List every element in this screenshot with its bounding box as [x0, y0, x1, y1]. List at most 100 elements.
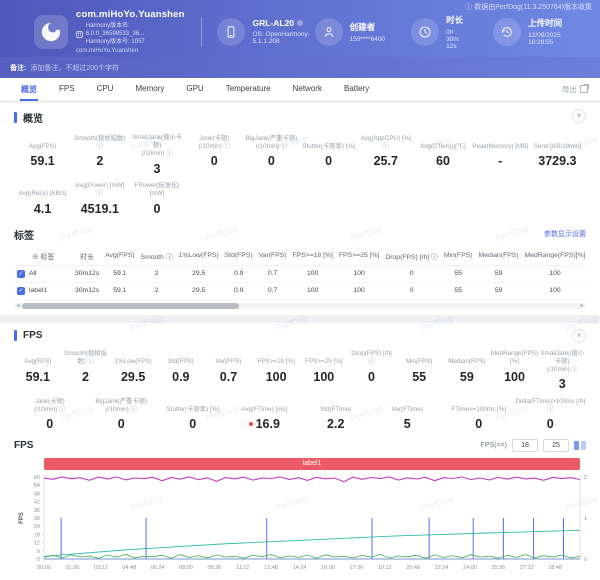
app-package: com.miHoYo.Yuanshen	[76, 48, 185, 54]
table-cell: 0.9	[222, 265, 256, 282]
app-version-line2: Harmony版本号: 1057	[86, 38, 185, 46]
tab-temperature[interactable]: Temperature	[215, 78, 282, 101]
table-column-header[interactable]: Median(FPS)	[476, 247, 522, 266]
metric-label: Var(FPS)	[205, 350, 253, 367]
note-input-bar[interactable]: 备注: 添加备注，不超过200个字符	[0, 57, 600, 78]
tab-network[interactable]: Network	[282, 78, 333, 101]
metric-value: 59	[443, 370, 491, 384]
metric-value: 0	[515, 417, 587, 431]
metric: Drop(FPS) [/h] ⓘ0	[348, 350, 396, 392]
metric: Stutter(卡顿率) [%]0	[300, 134, 357, 176]
fps-threshold1-input[interactable]	[512, 439, 538, 452]
metric: Smooth(稳帧指数) ⓘ2	[62, 350, 110, 392]
device-name: GRL-AL20	[252, 18, 294, 28]
fps-threshold2-input[interactable]	[543, 439, 569, 452]
metric-value: 5	[372, 417, 444, 431]
labels-table-hscrollbar[interactable]: ◂ ▸	[14, 303, 586, 309]
table-column-header[interactable]: 时长	[72, 247, 102, 266]
metric-value: 59.1	[14, 370, 62, 384]
creator-value: 159****6400	[350, 36, 385, 43]
metric-value: 0	[348, 370, 396, 384]
tab-fps[interactable]: FPS	[48, 78, 86, 101]
parameter-display-settings-link[interactable]: 参数显示设置	[544, 229, 586, 239]
tab-cpu[interactable]: CPU	[86, 78, 125, 101]
svg-text:12: 12	[34, 541, 40, 547]
table-column-header[interactable]: Var(FPS)	[256, 247, 290, 266]
overview-collapse-button[interactable]: ∨	[572, 109, 586, 123]
table-column-header[interactable]: ⊕标签	[14, 247, 72, 266]
metric-label: Std(FPS)	[157, 350, 205, 367]
overview-metrics-row1: Avg(FPS)59.1Smooth(稳帧指数) ⓘ2SmallJank(微小卡…	[14, 134, 586, 176]
row-checkbox[interactable]: ✓	[17, 270, 25, 278]
history-clock-icon	[500, 25, 514, 39]
row-checkbox[interactable]: ✓	[17, 287, 25, 295]
tab-概览[interactable]: 概览	[10, 78, 48, 101]
metric-label: Avg(Recv) [KB/s]	[14, 182, 71, 199]
export-button[interactable]: 导出	[562, 84, 596, 95]
table-column-header[interactable]: Avg(FPS)	[102, 247, 137, 266]
metric-value: 0	[443, 417, 515, 431]
metric-value: 0.9	[157, 370, 205, 384]
table-column-header[interactable]: Drop(FPS) [/h] ⓘ	[382, 247, 441, 266]
metric-value: 0	[14, 417, 86, 431]
table-column-header[interactable]: 1%Low(FPS)	[176, 247, 222, 266]
table-column-header[interactable]: MedRange(FPS)[%]	[522, 247, 586, 266]
report-tabbar: 概览FPSCPUMemoryGPUTemperatureNetworkBatte…	[0, 78, 600, 101]
overview-card: 概览 ∨ Avg(FPS)59.1Smooth(稳帧指数) ⓘ2SmallJan…	[0, 103, 600, 315]
metric-label: BigJank(严重卡顿) (/10min) ⓘ	[86, 397, 158, 414]
tab-gpu[interactable]: GPU	[175, 78, 214, 101]
tab-memory[interactable]: Memory	[124, 78, 175, 101]
svg-text:2: 2	[584, 475, 587, 481]
fps-collapse-button[interactable]: ∨	[572, 329, 586, 343]
scroll-left-icon[interactable]: ◂	[14, 303, 22, 309]
metric-label: Avg(CTemp)[℃]	[414, 134, 471, 151]
metric-label: Avg(FPS)	[14, 134, 71, 151]
creator-icon-circle	[315, 18, 343, 46]
overview-section-title: 概览	[23, 110, 43, 125]
metric-label: Avg(FTime) [ms]	[229, 397, 301, 414]
metric-label: FPS>=18 [%]	[252, 350, 300, 367]
table-column-header[interactable]: Std(FPS)	[222, 247, 256, 266]
table-column-header[interactable]: FPS>=25 [%]	[336, 247, 382, 266]
svg-text:36: 36	[34, 508, 40, 514]
fps-chart-title: FPS	[14, 440, 33, 451]
fps-chart-svg: 06121824303642485460012FPSJank00:0001:36…	[14, 471, 600, 580]
metric-label: Avg(AppCPU) [%] ⓘ	[357, 134, 414, 151]
device-info-icon[interactable]	[297, 20, 303, 26]
metric: Avg(Recv) [KB/s]4.1	[14, 182, 71, 216]
metric: Avg(CTemp)[℃]60	[414, 134, 471, 176]
svg-text:25:36: 25:36	[491, 565, 505, 571]
svg-text:04:48: 04:48	[122, 565, 136, 571]
metric: Peak(Memory) [MB]-	[472, 134, 529, 176]
add-label-icon[interactable]: ⊕	[32, 252, 39, 261]
metric-label: Send [KB/10min]	[529, 134, 586, 151]
metric-value: 55	[395, 370, 443, 384]
upload-value: 12/09/2025 16:28:55	[528, 32, 570, 46]
scroll-right-icon[interactable]: ▸	[578, 303, 586, 309]
note-placeholder: 添加备注，不超过200个字符	[30, 63, 119, 73]
metric: Stutter(卡顿率) [%]0	[157, 397, 229, 431]
hscroll-thumb[interactable]	[22, 303, 239, 309]
threshold-toggle-icon[interactable]	[574, 441, 586, 450]
svg-text:27:12: 27:12	[520, 565, 534, 571]
svg-text:08:00: 08:00	[179, 565, 193, 571]
table-column-header[interactable]: Smooth ⓘ	[138, 247, 176, 266]
tab-battery[interactable]: Battery	[333, 78, 380, 101]
labels-table: ⊕标签时长Avg(FPS)Smooth ⓘ1%Low(FPS)Std(FPS)V…	[14, 247, 586, 300]
metric-value: -	[472, 154, 529, 168]
svg-text:01:36: 01:36	[66, 565, 80, 571]
table-column-header[interactable]: FPS>=18 [%]	[289, 247, 335, 266]
table-column-header[interactable]: Min(FPS)	[441, 247, 476, 266]
metric-label: Avg(FPS)	[14, 350, 62, 367]
metric-label: FTime>=100ms [%]	[443, 397, 515, 414]
svg-text:28:48: 28:48	[548, 565, 562, 571]
metric-label: BigJank(严重卡顿) (/10min) ⓘ	[243, 134, 300, 151]
label1-range-bar[interactable]: label1	[44, 458, 580, 470]
metric: SmallJank(微小卡顿) (/10min) ⓘ3	[538, 350, 586, 392]
device-info-group: GRL-AL20 OS: OpenHarmony-5.1.1.208	[217, 18, 314, 46]
metric-value: 100	[252, 370, 300, 384]
duration-label: 时长	[446, 14, 467, 26]
fps-chart[interactable]: 06121824303642485460012FPSJank00:0001:36…	[14, 471, 586, 580]
table-cell: 100	[289, 265, 335, 282]
note-prefix: 备注:	[10, 63, 26, 73]
